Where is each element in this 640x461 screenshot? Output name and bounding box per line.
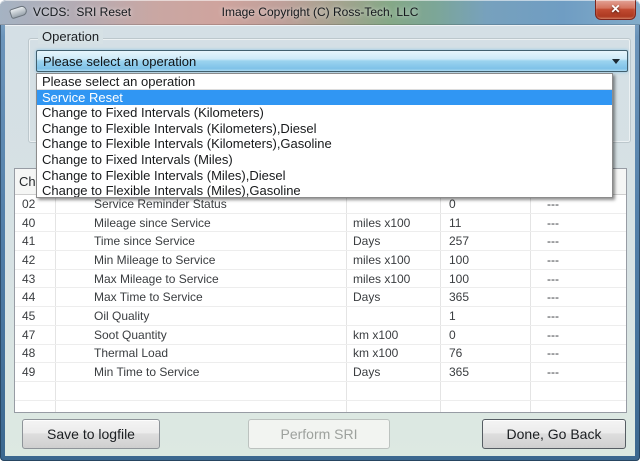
table-row: 43 Max Mileage to Service miles x100 100… — [15, 270, 626, 289]
cell-channel: 43 — [15, 270, 56, 288]
cell-channel: 40 — [15, 214, 56, 232]
cell-description: Soot Quantity — [56, 326, 347, 344]
cell-units: km x100 — [347, 326, 441, 344]
cell-extra: --- — [531, 326, 626, 344]
cell-value: 365 — [441, 288, 531, 306]
table-row: 44 Max Time to Service Days 365 --- — [15, 288, 626, 307]
cell-value: 100 — [441, 270, 531, 288]
cell-units: km x100 — [347, 345, 441, 363]
table-row-empty — [15, 401, 626, 413]
cell-channel: 42 — [15, 251, 56, 269]
dropdown-item[interactable]: Change to Fixed Intervals (Miles) — [37, 152, 612, 168]
cell-extra: --- — [531, 307, 626, 325]
cell-description: Min Time to Service — [56, 363, 347, 381]
chevron-down-icon — [612, 59, 620, 64]
cell-extra: --- — [531, 288, 626, 306]
cell-channel: 49 — [15, 363, 56, 381]
cell-value: 0 — [441, 326, 531, 344]
table-row: 40 Mileage since Service miles x100 11 -… — [15, 214, 626, 233]
cell-extra: --- — [531, 345, 626, 363]
cell-channel: 41 — [15, 232, 56, 250]
cell-description: Thermal Load — [56, 345, 347, 363]
cell-description: Oil Quality — [56, 307, 347, 325]
table-row-empty — [15, 382, 626, 401]
table-body: 02 Service Reminder Status 0 --- 40 Mile… — [15, 195, 626, 413]
cell-units: Days — [347, 232, 441, 250]
dropdown-item[interactable]: Please select an operation — [37, 74, 612, 90]
cell-description: Max Mileage to Service — [56, 270, 347, 288]
cell-value: 365 — [441, 363, 531, 381]
operation-combobox[interactable]: Please select an operation — [36, 50, 628, 72]
cell-extra: --- — [531, 363, 626, 381]
table-row: 48 Thermal Load km x100 76 --- — [15, 345, 626, 364]
dropdown-item[interactable]: Change to Flexible Intervals (Kilometers… — [37, 136, 612, 152]
dropdown-item[interactable]: Service Reset — [37, 90, 612, 106]
cell-units — [347, 307, 441, 325]
cell-units: miles x100 — [347, 270, 441, 288]
cell-description: Min Mileage to Service — [56, 251, 347, 269]
cell-channel: 48 — [15, 345, 56, 363]
operation-group-label: Operation — [38, 29, 103, 44]
cell-value: 100 — [441, 251, 531, 269]
cell-description: Max Time to Service — [56, 288, 347, 306]
cell-value: 76 — [441, 345, 531, 363]
table-row: 45 Oil Quality 1 --- — [15, 307, 626, 326]
cell-channel: 47 — [15, 326, 56, 344]
cell-value: 1 — [441, 307, 531, 325]
table-row: 49 Min Time to Service Days 365 --- — [15, 363, 626, 382]
dropdown-item[interactable]: Change to Fixed Intervals (Kilometers) — [37, 105, 612, 121]
cell-channel: 44 — [15, 288, 56, 306]
save-to-logfile-button[interactable]: Save to logfile — [22, 419, 160, 449]
perform-sri-button: Perform SRI — [248, 419, 390, 449]
channel-table: Ch 02 Service Reminder Status 0 --- 40 M… — [14, 168, 627, 413]
close-button[interactable]: ✕ — [595, 0, 636, 20]
cell-units: miles x100 — [347, 214, 441, 232]
table-row: 41 Time since Service Days 257 --- — [15, 232, 626, 251]
cell-extra: --- — [531, 214, 626, 232]
table-row: 42 Min Mileage to Service miles x100 100… — [15, 251, 626, 270]
cell-value: 11 — [441, 214, 531, 232]
client-area: Operation Please select an operation Ch … — [5, 25, 635, 456]
vcds-window: Image Copyright (C) Ross-Tech, LLC VCDS:… — [0, 0, 640, 461]
window-title: VCDS: SRI Reset — [33, 5, 131, 19]
cell-description: Time since Service — [56, 232, 347, 250]
cell-units: Days — [347, 288, 441, 306]
cell-extra: --- — [531, 270, 626, 288]
title-bar[interactable]: Image Copyright (C) Ross-Tech, LLC VCDS:… — [0, 0, 640, 25]
dropdown-item[interactable]: Change to Flexible Intervals (Miles),Die… — [37, 168, 612, 184]
cell-units: Days — [347, 363, 441, 381]
cell-units: miles x100 — [347, 251, 441, 269]
table-row: 47 Soot Quantity km x100 0 --- — [15, 326, 626, 345]
cell-value: 257 — [441, 232, 531, 250]
combobox-value: Please select an operation — [43, 54, 196, 69]
header-channel: Ch — [15, 174, 36, 189]
cell-extra: --- — [531, 251, 626, 269]
dropdown-item[interactable]: Change to Flexible Intervals (Miles),Gas… — [37, 183, 612, 198]
done-go-back-button[interactable]: Done, Go Back — [482, 419, 626, 449]
operation-dropdown-list: Please select an operationService ResetC… — [36, 73, 613, 198]
dropdown-item[interactable]: Change to Flexible Intervals (Kilometers… — [37, 121, 612, 137]
cell-extra: --- — [531, 232, 626, 250]
cell-channel: 45 — [15, 307, 56, 325]
cell-description: Mileage since Service — [56, 214, 347, 232]
